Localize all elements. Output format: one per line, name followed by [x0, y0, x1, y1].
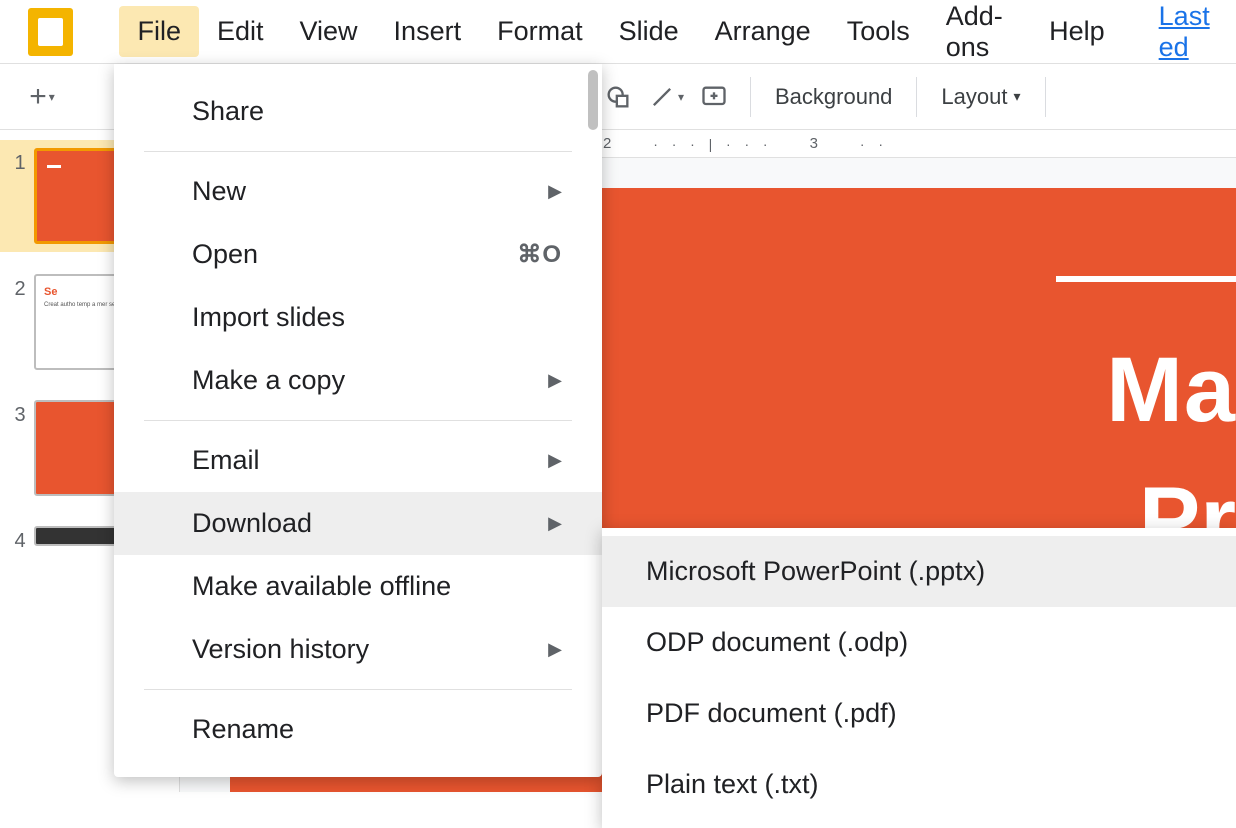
menu-divider — [144, 151, 572, 152]
top-bar: File Edit View Insert Format Slide Arran… — [0, 0, 1236, 64]
menu-tools[interactable]: Tools — [829, 6, 928, 57]
submenu-arrow-icon: ▶ — [548, 450, 562, 471]
shape-icon — [604, 83, 632, 111]
menu-share[interactable]: Share — [114, 80, 602, 143]
menu-label: Download — [192, 508, 312, 539]
submenu-arrow-icon: ▶ — [548, 513, 562, 534]
menu-label: Make available offline — [192, 571, 451, 602]
menu-label: Import slides — [192, 302, 345, 333]
download-txt[interactable]: Plain text (.txt) — [602, 749, 1236, 820]
menu-new[interactable]: New ▶ — [114, 160, 602, 223]
ruler-mark: 3 — [810, 135, 820, 152]
layout-button[interactable]: Layout ▾ — [927, 75, 1034, 119]
chevron-down-icon: ▾ — [1013, 88, 1020, 105]
chevron-down-icon: ▾ — [678, 90, 684, 104]
dropdown-scrollbar[interactable] — [588, 70, 598, 130]
menu-download[interactable]: Download ▶ — [114, 492, 602, 555]
download-pptx[interactable]: Microsoft PowerPoint (.pptx) — [602, 536, 1236, 607]
thumbnail-number: 4 — [6, 526, 34, 553]
menu-help[interactable]: Help — [1031, 6, 1123, 57]
slide-decoration — [1056, 276, 1236, 282]
submenu-arrow-icon: ▶ — [548, 370, 562, 391]
menu-arrange[interactable]: Arrange — [697, 6, 829, 57]
toolbar-separator — [916, 77, 917, 117]
menu-email[interactable]: Email ▶ — [114, 429, 602, 492]
ruler-mark: 2 — [603, 135, 613, 152]
submenu-arrow-icon: ▶ — [548, 181, 562, 202]
thumbnail-number: 3 — [6, 400, 34, 427]
menu-label: Make a copy — [192, 365, 345, 396]
menu-slide[interactable]: Slide — [601, 6, 697, 57]
menu-divider — [144, 420, 572, 421]
thumbnail-number: 2 — [6, 274, 34, 301]
line-button[interactable]: ▾ — [644, 75, 688, 119]
menu-make-offline[interactable]: Make available offline — [114, 555, 602, 618]
comment-button[interactable] — [692, 75, 736, 119]
menu-file[interactable]: File — [119, 6, 199, 57]
chevron-down-icon: ▾ — [49, 90, 55, 104]
menu-label: Open — [192, 239, 258, 270]
menu-import-slides[interactable]: Import slides — [114, 286, 602, 349]
last-edit-link[interactable]: Last ed — [1141, 0, 1236, 73]
menu-label: Version history — [192, 634, 369, 665]
menu-edit[interactable]: Edit — [199, 6, 282, 57]
menu-label: New — [192, 176, 246, 207]
file-dropdown: Share New ▶ Open ⌘O Import slides Make a c… — [114, 64, 602, 777]
background-button[interactable]: Background — [761, 75, 906, 119]
menu-make-copy[interactable]: Make a copy ▶ — [114, 349, 602, 412]
new-slide-button[interactable]: +▾ — [20, 75, 64, 119]
slide-title-text: Ma — [1106, 338, 1236, 443]
slides-app-icon[interactable] — [28, 8, 73, 56]
plus-icon: + — [29, 80, 47, 114]
menu-version-history[interactable]: Version history ▶ — [114, 618, 602, 681]
menu-divider — [144, 689, 572, 690]
toolbar-separator — [750, 77, 751, 117]
layout-label: Layout — [941, 84, 1007, 110]
thumb-title: Se — [44, 286, 57, 298]
menu-label: Rename — [192, 714, 294, 745]
menu-view[interactable]: View — [282, 6, 376, 57]
keyboard-shortcut: ⌘O — [517, 240, 562, 269]
menu-rename[interactable]: Rename — [114, 698, 602, 761]
submenu-arrow-icon: ▶ — [548, 639, 562, 660]
menu-label: Email — [192, 445, 260, 476]
toolbar-separator — [1045, 77, 1046, 117]
menu-open[interactable]: Open ⌘O — [114, 223, 602, 286]
shape-button[interactable] — [596, 75, 640, 119]
download-odp[interactable]: ODP document (.odp) — [602, 607, 1236, 678]
menubar: File Edit View Insert Format Slide Arran… — [119, 0, 1236, 73]
comment-plus-icon — [700, 83, 728, 111]
download-pdf[interactable]: PDF document (.pdf) — [602, 678, 1236, 749]
line-icon — [648, 83, 676, 111]
menu-addons[interactable]: Add-ons — [928, 0, 1031, 73]
menu-label: Share — [192, 96, 264, 127]
download-submenu: Microsoft PowerPoint (.pptx) ODP documen… — [602, 528, 1236, 828]
thumbnail-number: 1 — [6, 148, 34, 175]
menu-insert[interactable]: Insert — [376, 6, 480, 57]
menu-format[interactable]: Format — [479, 6, 601, 57]
